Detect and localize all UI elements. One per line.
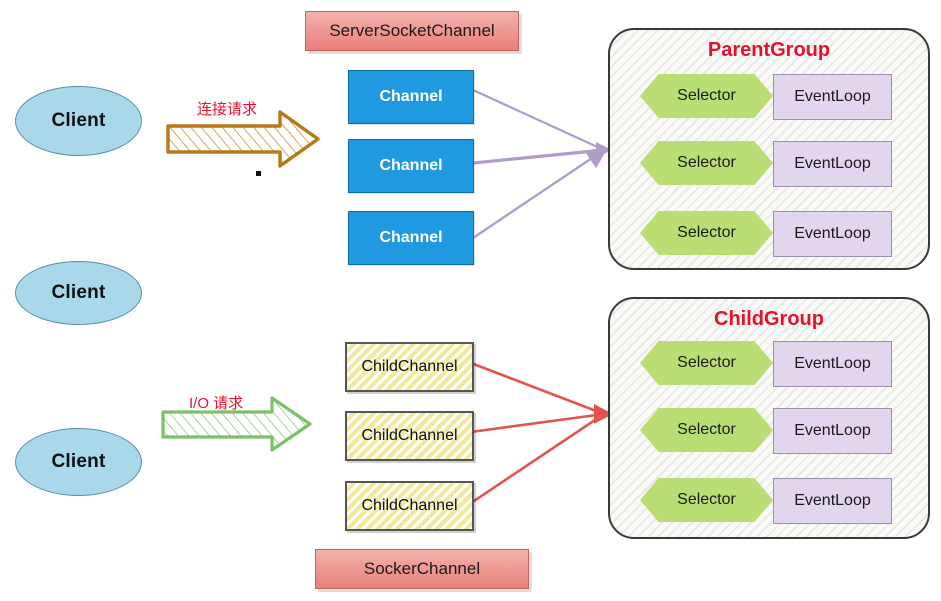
child-connector-lines: [470, 361, 613, 505]
plate-label: SockerChannel: [363, 559, 481, 578]
client-node-3[interactable]: Client: [15, 428, 142, 496]
eventloop-label: EventLoop: [794, 155, 871, 172]
selector-label: Selector: [677, 354, 736, 371]
connect-request-arrow: [166, 110, 320, 168]
parent-connector-lines: [472, 88, 612, 239]
eventloop-label: EventLoop: [794, 355, 871, 372]
client-label: Client: [51, 451, 106, 472]
selector-label: Selector: [677, 87, 736, 104]
selector-label: Selector: [677, 224, 736, 241]
diagram-canvas: Client Client Client 连接请求 I/O 请求 ServerS…: [0, 0, 941, 601]
channel-box-1[interactable]: Channel: [348, 70, 474, 124]
connect-request-label: 连接请求: [197, 101, 258, 118]
client-node-2[interactable]: Client: [15, 261, 142, 325]
channel-box-2[interactable]: Channel: [348, 139, 474, 193]
eventloop-label: EventLoop: [794, 422, 871, 439]
child-channel-label: ChildChannel: [361, 427, 458, 444]
channel-label: Channel: [379, 229, 443, 246]
child-selector-3[interactable]: Selector: [640, 478, 773, 522]
parent-eventloop-1[interactable]: EventLoop: [773, 74, 892, 120]
parent-selector-3[interactable]: Selector: [640, 211, 773, 255]
socker-channel-plate[interactable]: SockerChannel: [315, 549, 529, 589]
eventloop-label: EventLoop: [794, 88, 871, 105]
channel-box-3[interactable]: Channel: [348, 211, 474, 265]
child-selector-2[interactable]: Selector: [640, 408, 773, 452]
eventloop-label: EventLoop: [794, 492, 871, 509]
child-channel-label: ChildChannel: [361, 497, 458, 514]
parent-selector-2[interactable]: Selector: [640, 141, 773, 185]
channel-label: Channel: [379, 157, 443, 174]
child-channel-box-3[interactable]: ChildChannel: [345, 481, 474, 531]
child-eventloop-3[interactable]: EventLoop: [773, 478, 892, 524]
stray-dot-mark: [256, 171, 261, 176]
child-selector-1[interactable]: Selector: [640, 341, 773, 385]
server-socket-channel-plate[interactable]: ServerSocketChannel: [305, 11, 519, 51]
parent-group-title: ParentGroup: [707, 39, 831, 61]
child-eventloop-1[interactable]: EventLoop: [773, 341, 892, 387]
eventloop-label: EventLoop: [794, 225, 871, 242]
child-channel-label: ChildChannel: [361, 358, 458, 375]
channel-label: Channel: [379, 88, 443, 105]
plate-label: ServerSocketChannel: [329, 21, 495, 40]
child-eventloop-2[interactable]: EventLoop: [773, 408, 892, 454]
io-request-label: I/O 请求: [189, 395, 244, 412]
client-node-1[interactable]: Client: [15, 86, 142, 156]
child-group-title: ChildGroup: [714, 308, 824, 330]
parent-selector-1[interactable]: Selector: [640, 74, 773, 118]
client-label: Client: [51, 110, 106, 131]
selector-label: Selector: [677, 154, 736, 171]
parent-eventloop-3[interactable]: EventLoop: [773, 211, 892, 257]
selector-label: Selector: [677, 421, 736, 438]
selector-label: Selector: [677, 491, 736, 508]
client-label: Client: [51, 282, 106, 303]
child-channel-box-2[interactable]: ChildChannel: [345, 411, 474, 461]
parent-eventloop-2[interactable]: EventLoop: [773, 141, 892, 187]
child-channel-box-1[interactable]: ChildChannel: [345, 342, 474, 392]
